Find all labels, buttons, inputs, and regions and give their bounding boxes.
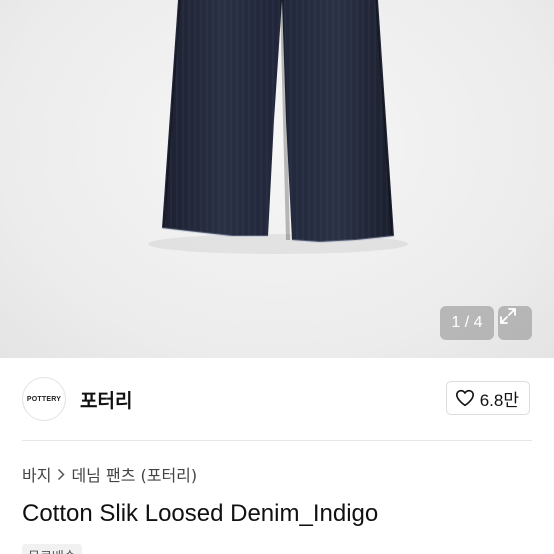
like-button[interactable]: 6.8만 xyxy=(445,381,530,415)
like-count: 6.8만 xyxy=(479,390,519,410)
expand-icon xyxy=(500,308,516,324)
heart-icon xyxy=(455,389,474,407)
image-counter: 1 / 4 xyxy=(440,306,494,340)
breadcrumb-item-subcategory[interactable]: 데님 팬츠 (포터리) xyxy=(71,462,197,486)
product-image xyxy=(148,0,408,254)
breadcrumb-item-category[interactable]: 바지 xyxy=(22,462,51,486)
store-info: POTTERY 포터리 6.8만 xyxy=(0,358,554,440)
store-logo-text: POTTERY xyxy=(26,395,62,403)
free-shipping-badge: 무료배송 xyxy=(22,544,82,554)
chevron-right-icon xyxy=(57,468,66,481)
store-logo[interactable]: POTTERY xyxy=(22,377,66,421)
product-image-gallery[interactable]: 1 / 4 xyxy=(0,0,554,358)
breadcrumb: 바지 데님 팬츠 (포터리) xyxy=(22,462,197,486)
divider xyxy=(22,440,532,441)
expand-image-button[interactable] xyxy=(498,306,532,340)
product-title: Cotton Slik Loosed Denim_Indigo xyxy=(22,500,379,527)
store-name[interactable]: 포터리 xyxy=(80,386,132,413)
